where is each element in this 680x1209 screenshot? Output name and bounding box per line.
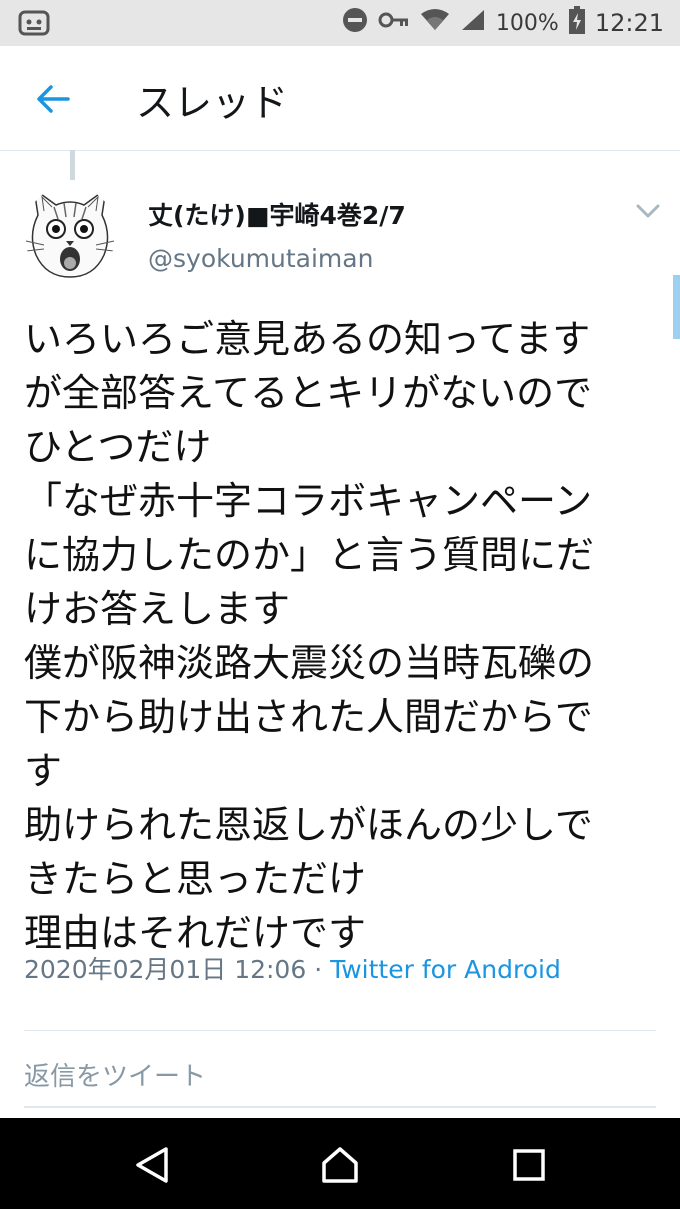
tweet-source-link[interactable]: Twitter for Android [330, 955, 561, 984]
avatar[interactable] [24, 185, 116, 281]
clock: 12:21 [594, 9, 664, 37]
key-icon [378, 10, 410, 36]
divider [24, 1030, 656, 1031]
reply-underline [24, 1106, 656, 1108]
tweet-text: いろいろご意見あるの知ってます が全部答えてるとキリがないので ひとつだけ 「な… [24, 317, 595, 955]
do-not-disturb-icon [342, 7, 368, 39]
nav-back-icon [136, 1147, 168, 1183]
user-handle[interactable]: @syokumutaiman [148, 244, 373, 273]
android-debug-icon [18, 8, 50, 42]
tweet-meta: 2020年02月01日 12:06 · Twitter for Android [24, 950, 561, 986]
app-bar: スレッド [0, 46, 680, 151]
nav-recents-button[interactable] [507, 1143, 551, 1187]
nav-home-button[interactable] [318, 1143, 362, 1187]
nav-back-button[interactable] [130, 1143, 174, 1187]
battery-percent: 100% [495, 10, 559, 36]
thread-connector-line [70, 150, 75, 180]
nav-recents-icon [513, 1149, 545, 1181]
system-nav-bar [0, 1118, 680, 1209]
display-name[interactable]: 丈(たけ)■宇崎4巻2/7 [148, 196, 406, 232]
status-bar: 100% 12:21 [0, 0, 680, 46]
scrollbar[interactable] [673, 275, 680, 339]
page-title: スレッド [136, 81, 289, 125]
back-button[interactable] [30, 76, 76, 122]
tweet-timestamp: 2020年02月01日 12:06 [24, 955, 307, 984]
cat-avatar-image [25, 187, 115, 278]
nav-home-icon [322, 1147, 358, 1183]
wifi-icon [420, 8, 450, 38]
signal-icon [460, 8, 486, 38]
more-options-button[interactable] [634, 200, 662, 222]
chevron-down-icon [636, 204, 660, 218]
battery-charging-icon [568, 6, 585, 40]
meta-separator: · [306, 955, 331, 984]
reply-input[interactable]: 返信をツイート [24, 1056, 206, 1093]
back-arrow-icon [37, 85, 70, 113]
